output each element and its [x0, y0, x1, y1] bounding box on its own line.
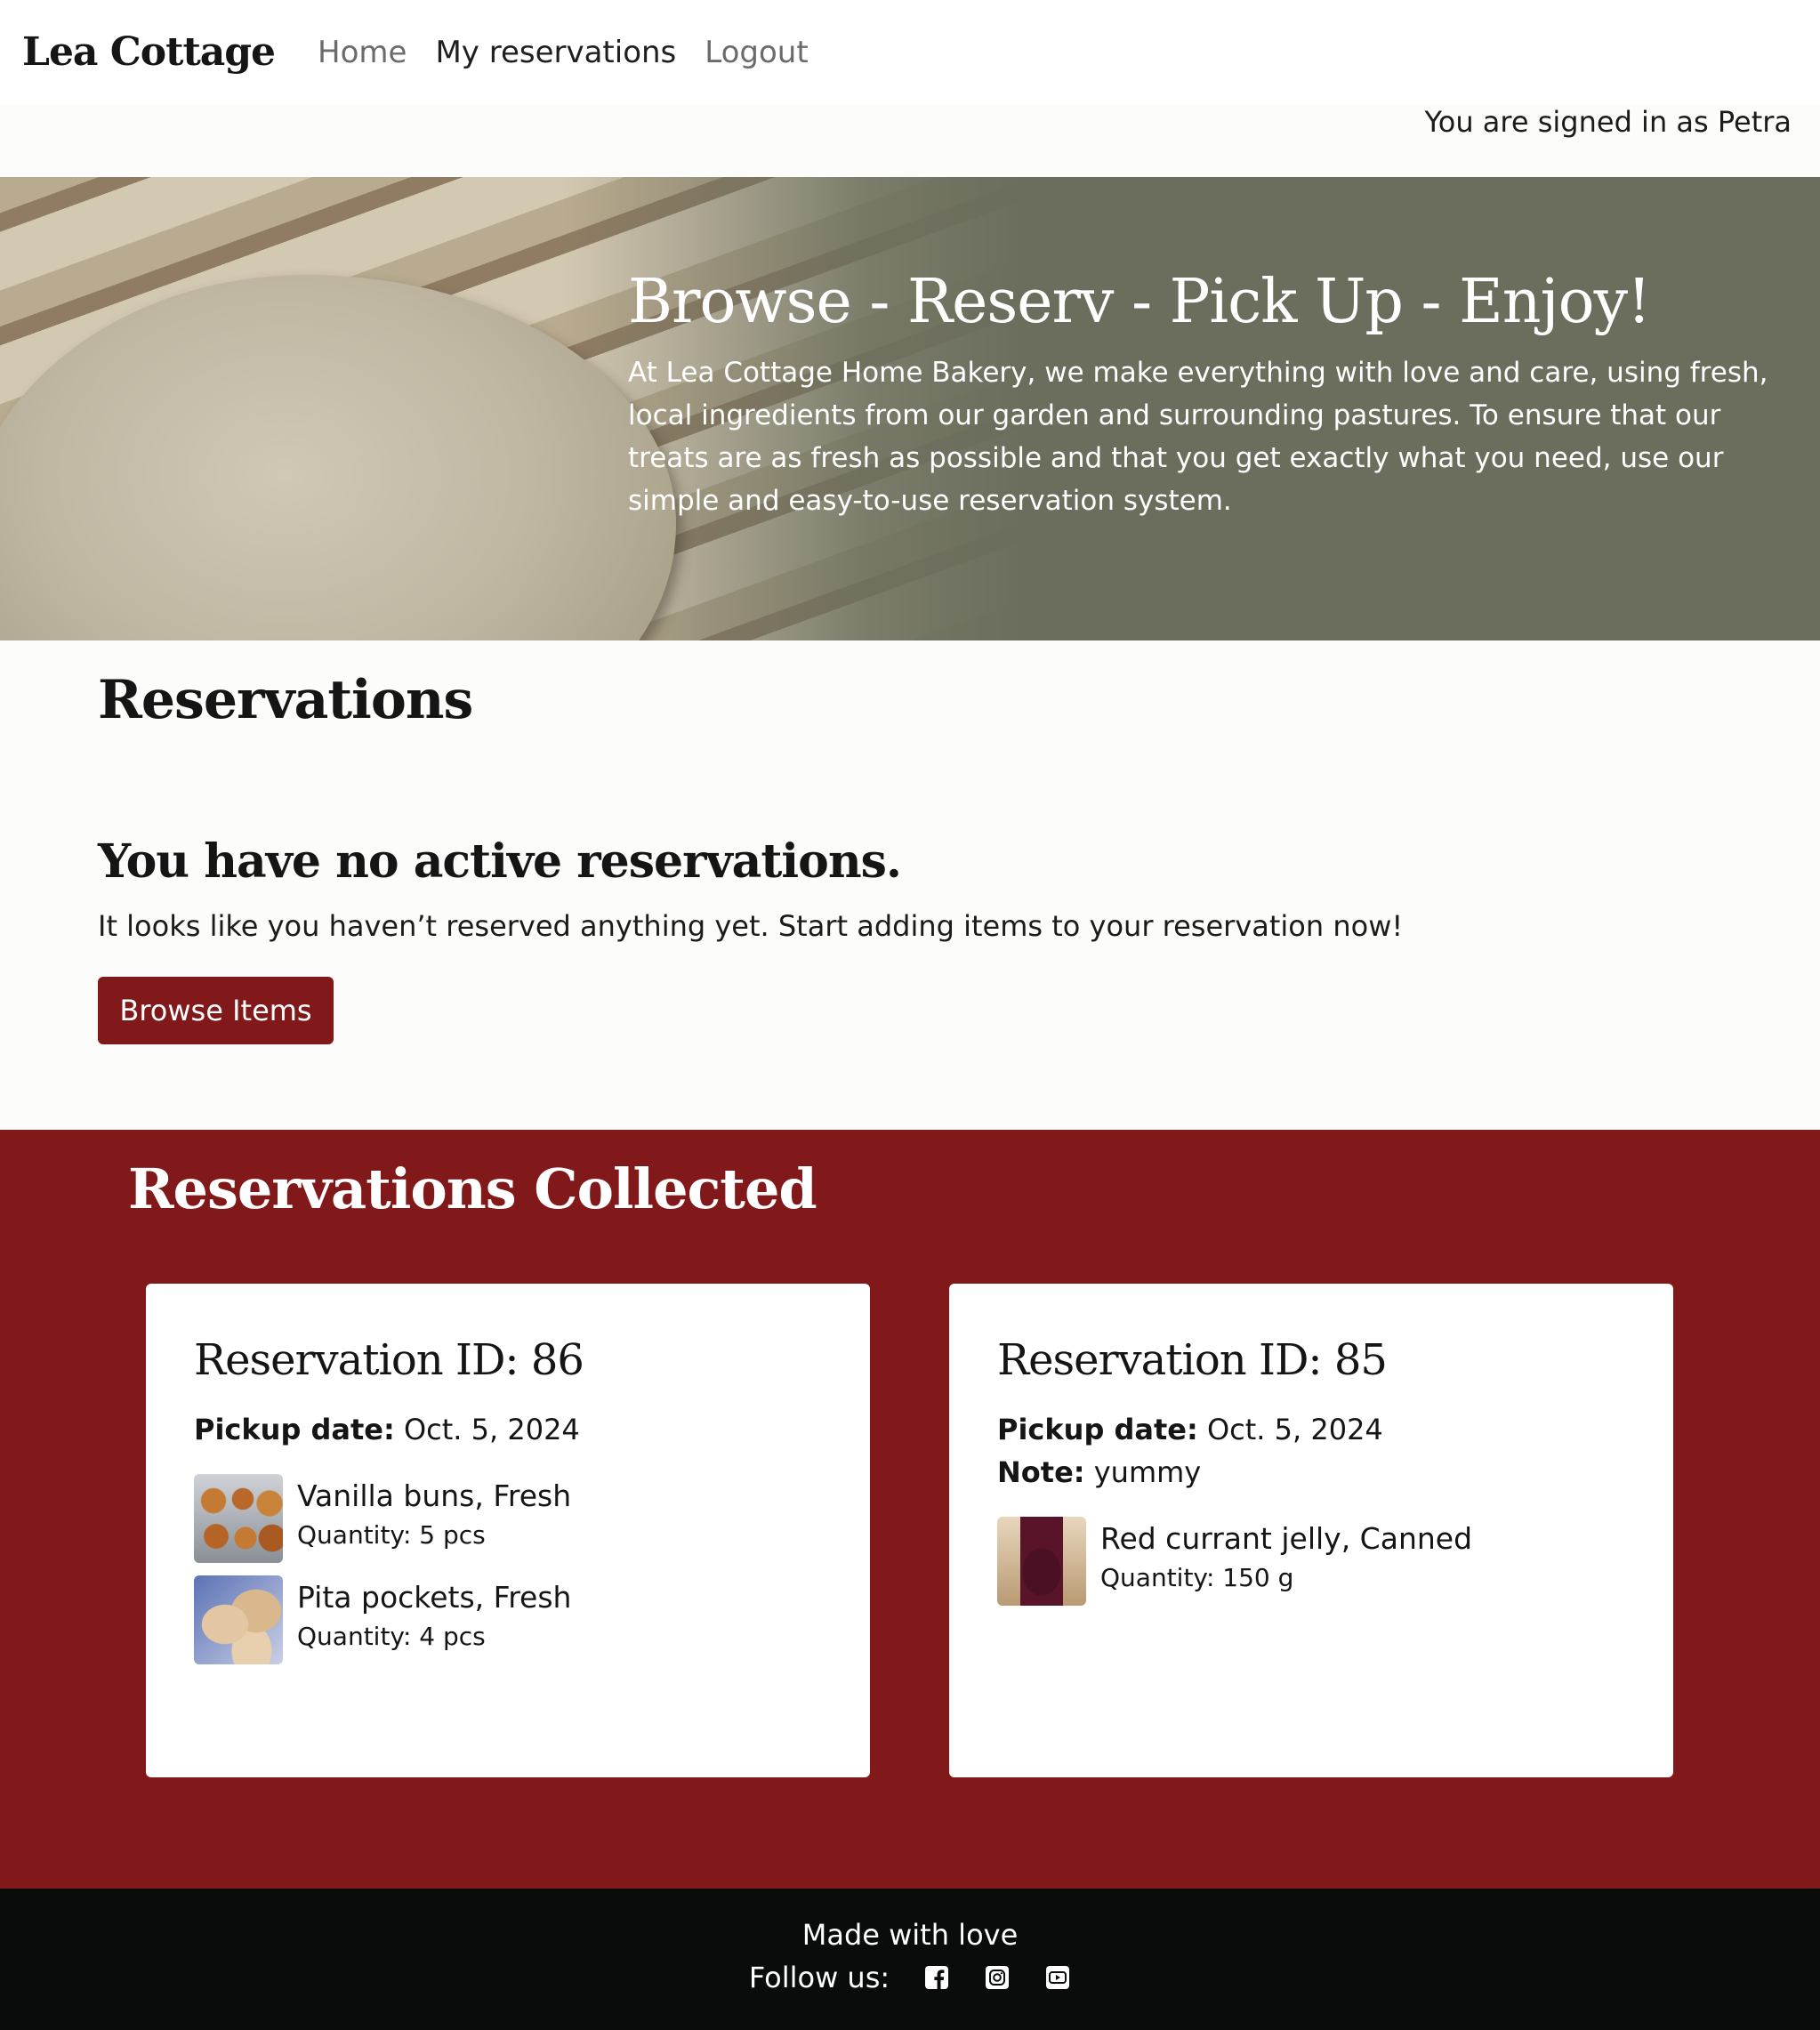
instagram-icon[interactable]: [984, 1964, 1011, 1991]
hero-description: At Lea Cottage Home Bakery, we make ever…: [628, 356, 1768, 517]
no-reservations-heading: You have no active reservations.: [98, 834, 902, 889]
pickup-date-label: Pickup date:: [194, 1413, 395, 1446]
footer: Made with love Follow us:: [0, 1889, 1820, 2030]
reservation-id: Reservation ID: 85: [997, 1335, 1388, 1385]
pickup-date-value: Oct. 5, 2024: [1206, 1413, 1383, 1446]
facebook-icon[interactable]: [923, 1964, 950, 1991]
pickup-date: Pickup date: Oct. 5, 2024: [194, 1408, 822, 1451]
pickup-date: Pickup date: Oct. 5, 2024: [997, 1408, 1625, 1451]
item-quantity: Quantity: 4 pcs: [297, 1622, 486, 1651]
red-currant-jelly-image: [997, 1517, 1086, 1606]
item-quantity: Quantity: 150 g: [1100, 1563, 1294, 1592]
reservations-collected-title: Reservations Collected: [128, 1156, 817, 1221]
reservation-item: Pita pockets, Fresh Quantity: 4 pcs: [194, 1575, 822, 1664]
nav-link-home[interactable]: Home: [318, 35, 407, 70]
no-reservations-message: It looks like you haven’t reserved anyth…: [98, 909, 1404, 943]
reservation-item: Red currant jelly, Canned Quantity: 150 …: [997, 1517, 1625, 1606]
follow-us-label: Follow us:: [748, 1961, 890, 1994]
reservations-collected-section: Reservations Collected Reservation ID: 8…: [0, 1130, 1820, 1889]
browse-items-button[interactable]: Browse Items: [98, 977, 334, 1044]
nav-link-logout[interactable]: Logout: [705, 35, 808, 70]
footer-made-with-love: Made with love: [801, 1918, 1019, 1952]
hero-banner: Browse - Reserv - Pick Up - Enjoy! At Le…: [0, 177, 1820, 640]
reservation-card: Reservation ID: 85 Pickup date: Oct. 5, …: [949, 1284, 1673, 1777]
reservations-title: Reservations: [98, 669, 473, 731]
dough-image: [0, 275, 676, 640]
youtube-icon[interactable]: [1044, 1964, 1071, 1991]
note-value: yummy: [1093, 1455, 1202, 1489]
hero-title: Browse - Reserv - Pick Up - Enjoy!: [628, 267, 1651, 337]
reservation-item: Vanilla buns, Fresh Quantity: 5 pcs: [194, 1474, 822, 1563]
footer-follow: Follow us:: [0, 1961, 1820, 1994]
pickup-date-label: Pickup date:: [997, 1413, 1198, 1446]
pita-pockets-image: [194, 1575, 283, 1664]
item-name: Red currant jelly, Canned: [1100, 1521, 1473, 1556]
nav-links: Home My reservations Logout: [318, 35, 809, 70]
note-label: Note:: [997, 1455, 1085, 1489]
signed-in-status: You are signed in as Petra: [1424, 105, 1792, 139]
reservation-note: Note: yummy: [997, 1451, 1625, 1494]
navbar: Lea Cottage Home My reservations Logout: [0, 0, 1820, 104]
hero-text: Browse - Reserv - Pick Up - Enjoy! At Le…: [628, 266, 1793, 522]
reservation-id: Reservation ID: 86: [194, 1335, 584, 1385]
reservation-card: Reservation ID: 86 Pickup date: Oct. 5, …: [146, 1284, 870, 1777]
item-name: Pita pockets, Fresh: [297, 1580, 572, 1615]
brand-logo[interactable]: Lea Cottage: [22, 29, 276, 75]
nav-link-my-reservations[interactable]: My reservations: [435, 35, 676, 70]
vanilla-buns-image: [194, 1474, 283, 1563]
item-name: Vanilla buns, Fresh: [297, 1478, 572, 1513]
item-quantity: Quantity: 5 pcs: [297, 1520, 486, 1550]
pickup-date-value: Oct. 5, 2024: [403, 1413, 580, 1446]
